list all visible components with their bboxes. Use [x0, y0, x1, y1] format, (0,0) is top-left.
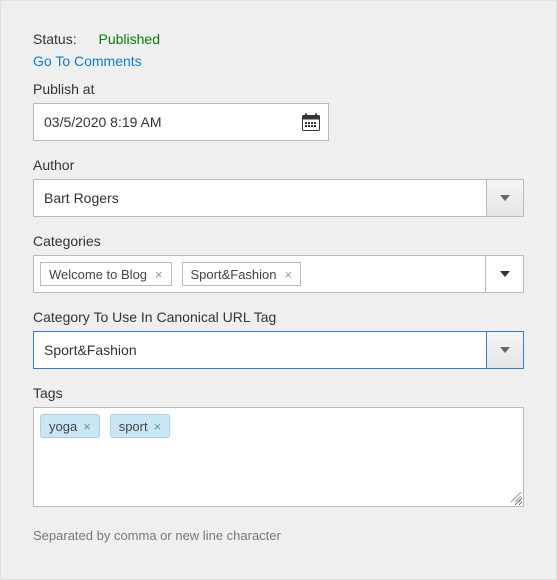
chevron-down-icon: [500, 271, 510, 277]
publish-at-input[interactable]: [33, 103, 329, 141]
canonical-dropdown-button[interactable]: [486, 331, 524, 369]
tags-field: Tags yoga × sport × Separated by comma o…: [33, 385, 524, 543]
tags-help-text: Separated by comma or new line character: [33, 528, 524, 543]
categories-field: Categories Welcome to Blog × Sport&Fashi…: [33, 233, 524, 293]
chevron-down-icon: [500, 347, 510, 353]
status-value: Published: [98, 31, 160, 47]
status-line: Status: Published: [33, 31, 524, 47]
remove-tag-button[interactable]: ×: [83, 419, 91, 434]
tag-chip: yoga ×: [40, 414, 100, 438]
tag-chip-label: sport: [119, 419, 148, 434]
author-label: Author: [33, 157, 524, 173]
chevron-down-icon: [500, 195, 510, 201]
categories-dropdown-button[interactable]: [485, 256, 523, 292]
remove-category-button[interactable]: ×: [155, 267, 163, 282]
canonical-category-select[interactable]: [33, 331, 524, 369]
categories-chip-label: Sport&Fashion: [191, 267, 277, 282]
publish-at-label: Publish at: [33, 81, 524, 97]
canonical-category-label: Category To Use In Canonical URL Tag: [33, 309, 524, 325]
calendar-icon[interactable]: [301, 112, 321, 132]
categories-chip-label: Welcome to Blog: [49, 267, 147, 282]
tag-chip-label: yoga: [49, 419, 77, 434]
settings-panel: Status: Published Go To Comments Publish…: [0, 0, 557, 580]
publish-at-field: Publish at: [33, 81, 524, 141]
tags-label: Tags: [33, 385, 524, 401]
resize-grip-icon[interactable]: [508, 489, 522, 503]
categories-chip: Sport&Fashion ×: [182, 262, 302, 286]
author-dropdown-button[interactable]: [486, 179, 524, 217]
categories-chip: Welcome to Blog ×: [40, 262, 172, 286]
author-select[interactable]: [33, 179, 524, 217]
remove-category-button[interactable]: ×: [285, 267, 293, 282]
status-label: Status:: [33, 31, 77, 47]
remove-tag-button[interactable]: ×: [154, 419, 162, 434]
tags-input[interactable]: yoga × sport ×: [33, 407, 524, 507]
canonical-category-field: Category To Use In Canonical URL Tag: [33, 309, 524, 369]
categories-multiselect[interactable]: Welcome to Blog × Sport&Fashion ×: [33, 255, 524, 293]
categories-label: Categories: [33, 233, 524, 249]
tag-chip: sport ×: [110, 414, 171, 438]
author-field: Author: [33, 157, 524, 217]
go-to-comments-link[interactable]: Go To Comments: [33, 53, 142, 69]
